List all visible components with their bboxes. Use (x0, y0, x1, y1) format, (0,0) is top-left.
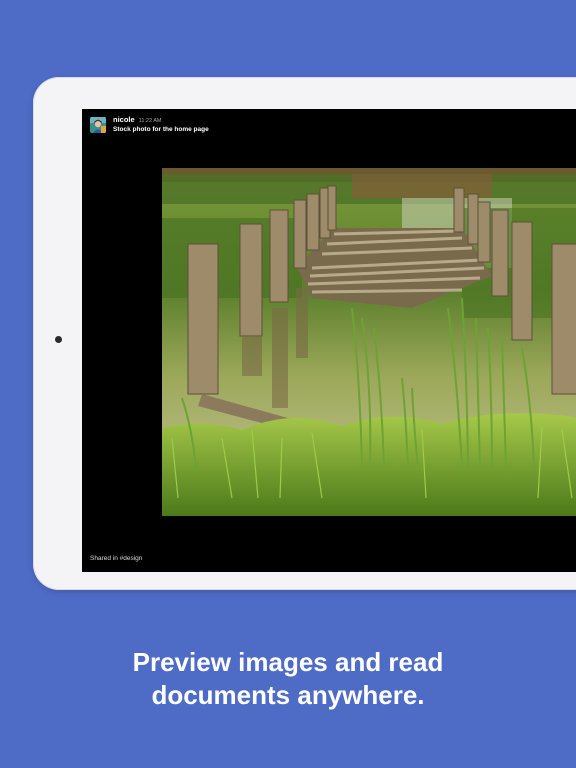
headline-line-2: documents anywhere. (151, 680, 425, 710)
user-avatar-icon (90, 117, 106, 133)
preview-image[interactable] (162, 168, 576, 516)
username[interactable]: nicole (113, 115, 135, 124)
avatar[interactable] (90, 117, 106, 133)
shared-in-channel[interactable]: Shared in #design (90, 555, 142, 562)
home-button-icon[interactable] (55, 336, 62, 343)
message-meta: nicole 11:22 AM Stock photo for the home … (113, 116, 209, 133)
image-preview-screen: nicole 11:22 AM Stock photo for the home … (82, 109, 576, 572)
app-store-screenshot: nicole 11:22 AM Stock photo for the home … (0, 0, 576, 768)
timestamp: 11:22 AM (138, 118, 162, 124)
ipad-device-frame: nicole 11:22 AM Stock photo for the home … (33, 77, 576, 590)
name-line: nicole 11:22 AM (113, 116, 209, 125)
message-caption: Stock photo for the home page (113, 125, 209, 133)
message-header: nicole 11:22 AM Stock photo for the home … (90, 116, 209, 138)
headline-line-1: Preview images and read (132, 647, 444, 677)
dock-photo (162, 168, 576, 516)
marketing-headline: Preview images and read documents anywhe… (0, 646, 576, 712)
